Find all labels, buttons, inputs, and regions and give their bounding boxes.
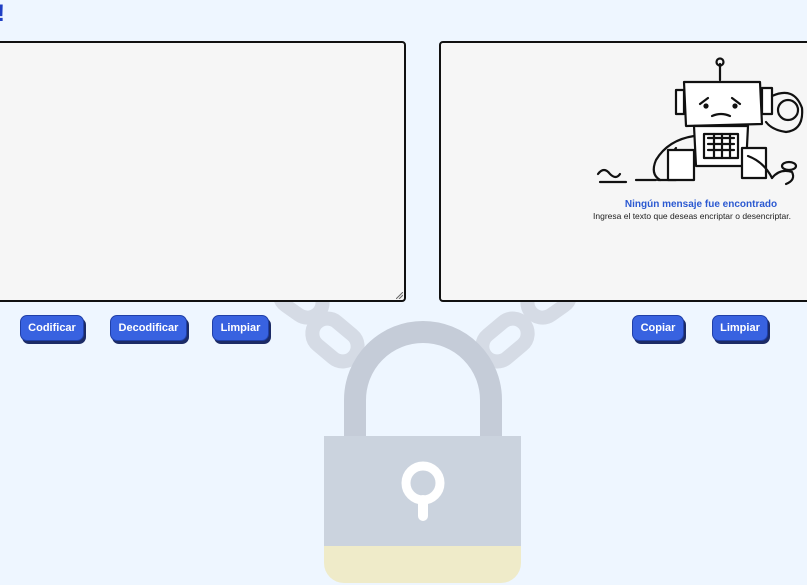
- clear-output-button[interactable]: Limpiar: [712, 315, 768, 341]
- encode-button[interactable]: Codificar: [20, 315, 84, 341]
- sad-robot-icon: [596, 57, 804, 186]
- copy-button[interactable]: Copiar: [632, 315, 684, 341]
- decode-button[interactable]: Decodificar: [110, 315, 187, 341]
- page-title: !: [0, 0, 5, 28]
- empty-state-title: Ningún mensaje fue encontrado: [624, 199, 778, 210]
- resize-handle-icon[interactable]: [396, 292, 403, 299]
- empty-state-subtitle: Ingresa el texto que deseas encriptar o …: [593, 211, 791, 221]
- clear-input-button[interactable]: Limpiar: [212, 315, 269, 341]
- message-input[interactable]: [0, 41, 406, 302]
- padlock-chain-icon: [272, 295, 578, 583]
